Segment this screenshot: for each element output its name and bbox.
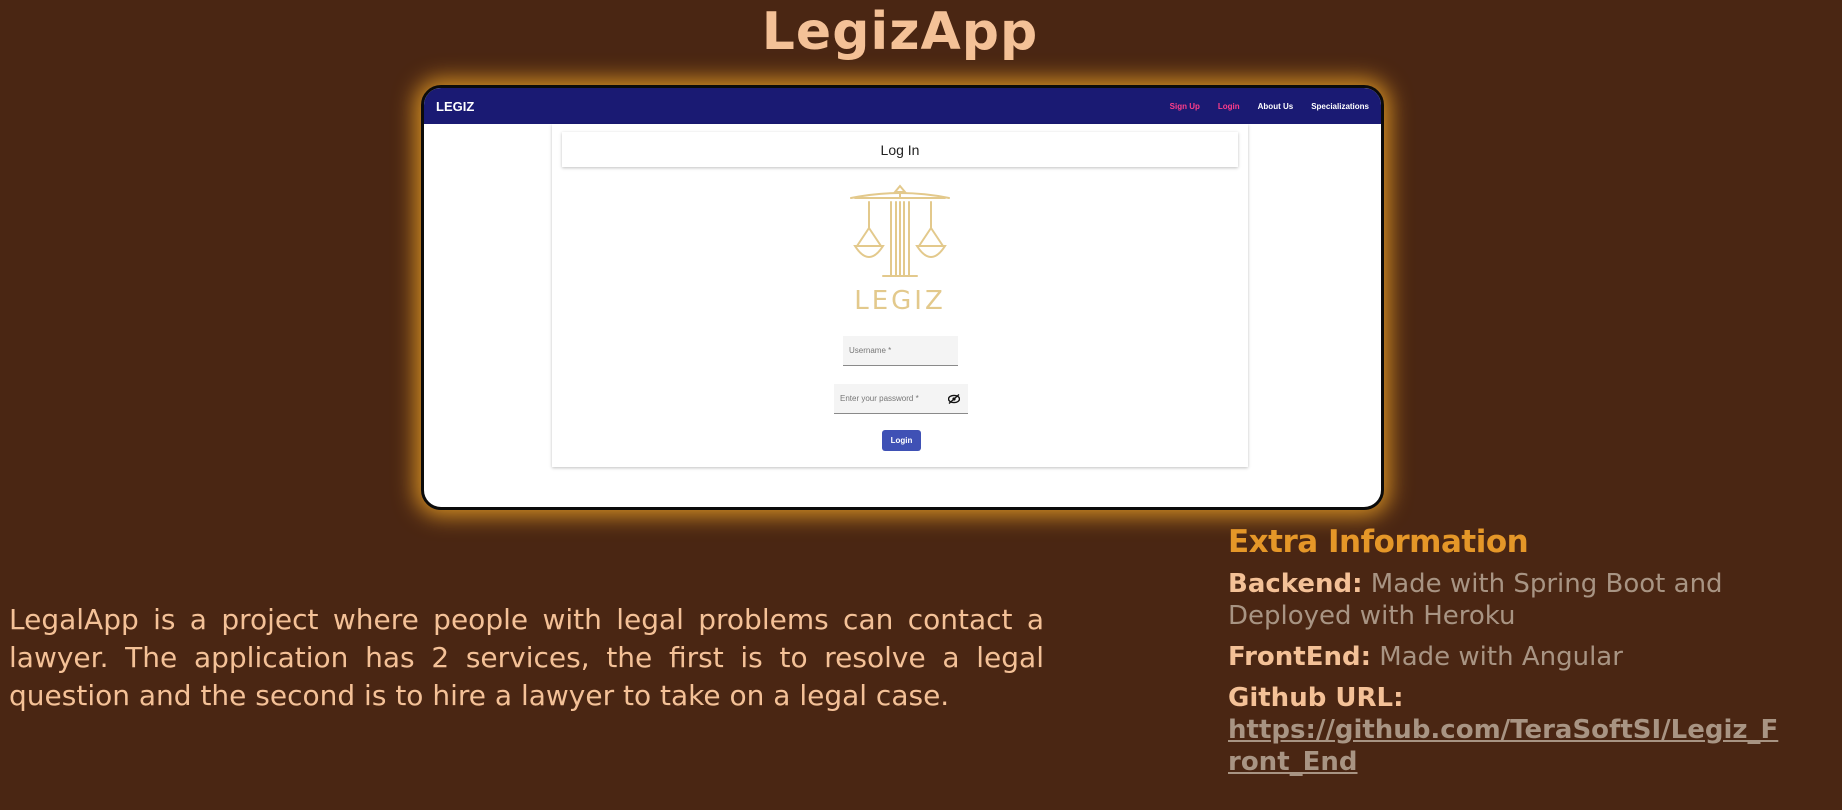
scales-of-justice-logo-icon [850, 184, 950, 277]
frontend-value: Made with Angular [1379, 642, 1623, 672]
app-screenshot: LEGIZ Sign Up Login About Us Specializat… [421, 85, 1384, 510]
brand-logo-text[interactable]: LEGIZ [436, 99, 474, 114]
frontend-info: FrontEnd: Made with Angular [1228, 641, 1788, 673]
backend-info: Backend: Made with Spring Boot and Deplo… [1228, 568, 1788, 632]
github-url-link[interactable]: https://github.com/TeraSoftSI/Legiz_Fron… [1228, 715, 1778, 777]
username-placeholder: Username * [849, 346, 892, 355]
backend-label: Backend: [1228, 569, 1363, 599]
nav-links: Sign Up Login About Us Specializations [1170, 102, 1369, 111]
extra-information-panel: Extra Information Backend: Made with Spr… [1228, 524, 1788, 787]
login-card: Log In LEGIZ Username * Enter your passw… [552, 124, 1248, 467]
password-placeholder: Enter your password * [840, 394, 919, 403]
extra-information-title: Extra Information [1228, 524, 1529, 560]
nav-specializations-link[interactable]: Specializations [1311, 102, 1369, 111]
app-navbar: LEGIZ Sign Up Login About Us Specializat… [424, 88, 1381, 124]
github-info: Github URL: https://github.com/TeraSoftS… [1228, 682, 1788, 778]
logo-wordmark: LEGIZ [854, 286, 946, 316]
username-input[interactable]: Username * [843, 336, 958, 366]
login-button[interactable]: Login [882, 430, 921, 451]
eye-off-icon[interactable] [948, 394, 960, 404]
nav-about-link[interactable]: About Us [1258, 102, 1294, 111]
password-input[interactable]: Enter your password * [834, 384, 968, 414]
page-title: LegizApp [761, 2, 1039, 62]
nav-signup-link[interactable]: Sign Up [1170, 102, 1200, 111]
github-label: Github URL: [1228, 683, 1404, 713]
login-card-header: Log In [562, 132, 1238, 167]
nav-login-link[interactable]: Login [1218, 102, 1240, 111]
project-description: LegalApp is a project where people with … [9, 603, 1044, 712]
frontend-label: FrontEnd: [1228, 642, 1371, 672]
